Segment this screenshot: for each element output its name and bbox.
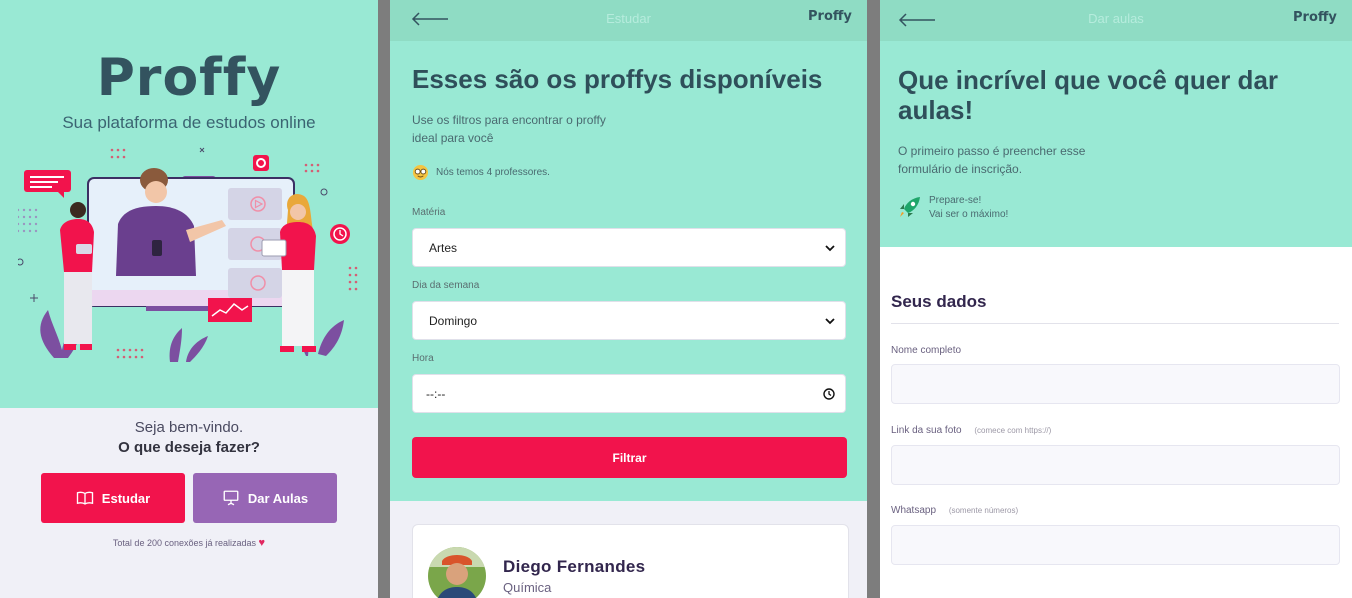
connections-label: Total de 200 conexões já realizadas [112, 538, 257, 548]
teach-description-line-1: O primeiro passo é preencher esse [898, 144, 1086, 158]
nerd-face-icon [412, 164, 429, 181]
whatsapp-hint: (somente números) [948, 506, 1019, 515]
subject-select-value: Artes [429, 240, 458, 255]
study-topbar-logo: Proffy [808, 9, 852, 24]
landing-hero: Proffy Sua plataforma de estudos online [0, 0, 378, 408]
landing-illustration [18, 147, 358, 362]
section-title: Seus dados [891, 292, 987, 311]
name-field[interactable] [891, 364, 1340, 404]
photo-field[interactable] [891, 445, 1340, 485]
presentation-icon [223, 490, 239, 506]
weekday-label: Dia da semana [412, 280, 480, 291]
teach-button[interactable]: Dar Aulas [193, 473, 337, 523]
teach-title-line-2: aulas! [898, 95, 974, 125]
teacher-count: Nós temos 4 professores. [412, 164, 550, 181]
section-divider [891, 323, 1339, 324]
study-button-label: Estudar [101, 490, 151, 506]
chevron-down-icon [825, 317, 835, 324]
connections-text: Total de 200 conexões já realizadas ♥ [0, 537, 378, 549]
study-panel: Estudar Proffy Esses são os proffys disp… [390, 0, 867, 598]
teacher-count-label: Nós temos 4 professores. [436, 167, 550, 178]
teach-title-line-1: Que incrível que você quer dar [898, 65, 1279, 95]
tagline: Sua plataforma de estudos online [62, 113, 316, 132]
photo-hint: (comece com https://) [974, 426, 1052, 435]
welcome-text: Seja bem-vindo. [134, 419, 244, 436]
question-text: O que deseja fazer? [118, 439, 260, 456]
prepare-note: Prepare-se! Vai ser o máximo! [898, 195, 1008, 220]
photo-label-row: Link da sua foto (comece com https://) [891, 425, 1051, 436]
proffy-logo: Proffy [96, 48, 282, 108]
whatsapp-field[interactable] [891, 525, 1340, 565]
study-topbar: Estudar Proffy [390, 0, 867, 41]
teach-panel: Dar aulas Proffy Que incrível que você q… [880, 0, 1352, 598]
teacher-subject: Química [503, 580, 552, 595]
landing-panel: Proffy Sua plataforma de estudos online [0, 0, 378, 598]
study-header: Esses são os proffys disponíveis Use os … [390, 41, 867, 501]
study-title: Esses são os proffys disponíveis [412, 64, 823, 94]
rocket-icon [900, 197, 920, 217]
clock-icon [823, 387, 835, 400]
book-icon [76, 491, 93, 505]
prepare-line-2: Vai ser o máximo! [929, 209, 1009, 220]
subject-select[interactable]: Artes [412, 228, 846, 267]
time-input-value: --:-- [426, 386, 446, 401]
teach-description: O primeiro passo é preencher esse formul… [898, 142, 1085, 178]
weekday-select[interactable]: Domingo [412, 301, 846, 340]
heart-icon: ♥ [258, 537, 266, 549]
teacher-photo [428, 547, 486, 598]
time-input[interactable]: --:-- [412, 374, 846, 413]
chevron-down-icon [825, 244, 835, 251]
study-description-line-1: Use os filtros para encontrar o proffy [412, 113, 606, 127]
whatsapp-label-row: Whatsapp (somente números) [891, 505, 1018, 516]
teach-topbar-title: Dar aulas [1088, 11, 1144, 26]
teach-button-label: Dar Aulas [247, 490, 309, 506]
study-description: Use os filtros para encontrar o proffy i… [412, 111, 606, 147]
filter-button[interactable]: Filtrar [412, 437, 847, 478]
avatar [428, 547, 486, 598]
teach-topbar-logo: Proffy [1293, 10, 1337, 25]
teach-topbar: Dar aulas Proffy [880, 0, 1352, 41]
teacher-card: Diego Fernandes Química [412, 524, 849, 598]
teacher-name: Diego Fernandes [503, 557, 646, 576]
teach-title: Que incrível que você quer dar aulas! [898, 65, 1278, 125]
weekday-select-value: Domingo [429, 313, 478, 328]
study-button[interactable]: Estudar [41, 473, 185, 523]
whatsapp-label: Whatsapp [891, 505, 937, 516]
teach-description-line-2: formulário de inscrição. [898, 162, 1023, 176]
subject-label: Matéria [412, 207, 446, 218]
time-label: Hora [412, 353, 434, 364]
prepare-line-1: Prepare-se! [929, 195, 982, 206]
study-topbar-title: Estudar [606, 11, 651, 26]
study-description-line-2: ideal para você [412, 131, 494, 145]
teach-header: Que incrível que você quer dar aulas! O … [880, 41, 1352, 247]
photo-label: Link da sua foto [891, 425, 962, 436]
name-label: Nome completo [891, 345, 962, 356]
